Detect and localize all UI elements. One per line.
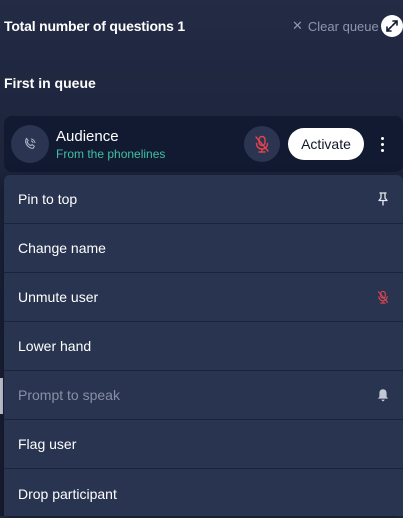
menu-item-lower-hand[interactable]: Lower hand [4, 322, 403, 371]
phone-icon [25, 137, 36, 149]
participant-name: Audience [56, 128, 119, 145]
avatar [11, 125, 49, 163]
menu-item-label: Drop participant [18, 485, 117, 502]
close-icon: ✕ [292, 18, 303, 33]
menu-item-label: Flag user [18, 436, 77, 452]
participant-source: From the phonelines [56, 147, 166, 161]
menu-item-label: Prompt to speak [18, 387, 120, 403]
menu-item-flag-user[interactable]: Flag user [4, 420, 403, 469]
menu-item-label: Change name [18, 240, 106, 256]
menu-item-label: Lower hand [18, 338, 92, 354]
menu-item-drop-participant[interactable]: Drop participant [4, 469, 403, 518]
pin-icon [377, 192, 389, 206]
participant-context-menu: Pin to top Change name Unmute user Lower… [4, 175, 403, 516]
activate-button[interactable]: Activate [288, 128, 364, 160]
section-label: First in queue [4, 75, 96, 91]
menu-item-pin-to-top[interactable]: Pin to top [4, 175, 403, 224]
mute-toggle-button[interactable] [244, 126, 280, 162]
menu-item-label: Unmute user [18, 289, 99, 305]
muted-mic-icon [255, 135, 269, 153]
clear-queue-label: Clear queue [307, 18, 379, 34]
expand-icon [386, 20, 398, 32]
more-vertical-icon [380, 136, 384, 140]
menu-item-change-name[interactable]: Change name [4, 224, 403, 273]
queue-header: Total number of questions 1 ✕ Clear queu… [0, 0, 403, 52]
queue-participant-card: Audience From the phonelines Activate [4, 116, 403, 172]
more-options-button[interactable] [375, 130, 389, 158]
menu-item-label: Pin to top [18, 191, 78, 207]
expand-button[interactable] [381, 15, 403, 37]
menu-item-prompt-to-speak[interactable]: Prompt to speak [4, 371, 403, 420]
queue-count-title: Total number of questions 1 [4, 18, 186, 34]
menu-item-unmute-user[interactable]: Unmute user [4, 273, 403, 322]
more-vertical-icon [380, 142, 384, 146]
muted-mic-icon [377, 290, 389, 305]
bell-icon [377, 388, 389, 402]
clear-queue-button[interactable]: ✕ Clear queue [292, 18, 379, 34]
more-vertical-icon [380, 148, 384, 152]
background-item-edge [0, 378, 3, 414]
